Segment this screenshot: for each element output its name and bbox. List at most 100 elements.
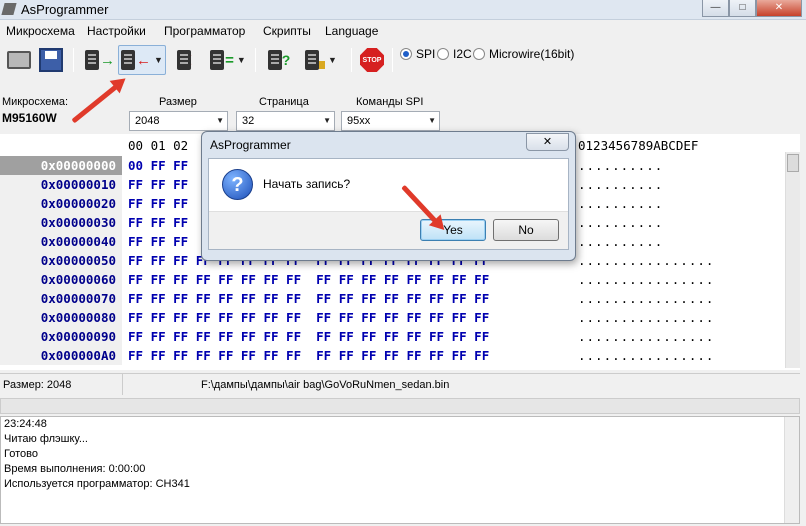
hex-ascii: .......... [578, 234, 664, 249]
hex-bytes[interactable]: FF FF FF [128, 232, 188, 251]
toolbar-separator [255, 48, 256, 72]
save-icon [39, 48, 63, 72]
toolbar-separator [73, 48, 74, 72]
size-label: Размер [159, 96, 197, 108]
hex-address: 0x00000070 [0, 289, 122, 308]
log-line: Время выполнения: 0:00:00 [4, 463, 146, 475]
blank-check-icon [267, 50, 282, 70]
hex-address: 0x00000080 [0, 308, 122, 327]
horizontal-scrollbar[interactable] [0, 398, 800, 414]
hex-address: 0x00000050 [0, 251, 122, 270]
stop-button[interactable]: STOP [358, 45, 386, 75]
hex-ascii: ................ [578, 310, 715, 325]
hex-offset-header: 00 01 02 [128, 138, 189, 153]
menu-programmer[interactable]: Программатор [164, 24, 245, 38]
question-icon: ? [222, 169, 253, 200]
hex-bytes[interactable]: FF FF FF FF FF FF FF FF FF FF FF FF FF F… [128, 270, 489, 289]
hex-address: 0x00000010 [0, 175, 122, 194]
log-line: Используется программатор: CH341 [4, 478, 190, 490]
write-chip-icon [121, 50, 136, 70]
lock-chip-icon [305, 50, 320, 70]
log-scrollbar[interactable] [784, 417, 799, 523]
hex-address: 0x00000040 [0, 232, 122, 251]
ascii-header: 0123456789ABCDEF [578, 138, 699, 153]
hex-bytes[interactable]: FF FF FF [128, 175, 188, 194]
app-icon [1, 3, 17, 15]
hex-address: 0x00000020 [0, 194, 122, 213]
hex-ascii: ................ [578, 348, 715, 363]
write-chip-button[interactable]: ← ▼ [118, 45, 166, 75]
hex-ascii: ................ [578, 272, 715, 287]
dialog-close-button[interactable]: ✕ [526, 133, 569, 151]
maximize-button[interactable]: □ [729, 0, 756, 17]
spi-commands-label: Команды SPI [356, 96, 424, 108]
scrollbar-thumb[interactable] [787, 154, 799, 172]
menu-settings[interactable]: Настройки [87, 24, 146, 38]
erase-chip-icon [176, 50, 191, 70]
open-file-button[interactable] [4, 45, 34, 75]
read-chip-icon [85, 50, 99, 70]
hex-ascii: ................ [578, 291, 715, 306]
dialog-body: ? Начать запись? Yes No [208, 158, 569, 250]
window-title: AsProgrammer [21, 2, 109, 17]
dialog-message: Начать запись? [263, 177, 351, 191]
hex-bytes[interactable]: FF FF FF [128, 194, 188, 213]
stop-icon: STOP [360, 48, 384, 72]
menu-scripts[interactable]: Скрипты [263, 24, 311, 38]
read-chip-button[interactable]: → [84, 45, 116, 75]
hex-bytes[interactable]: FF FF FF FF FF FF FF FF FF FF FF FF FF F… [128, 308, 489, 327]
verify-chip-icon [210, 50, 225, 70]
verify-chip-button[interactable]: = ▼ [205, 45, 251, 75]
title-bar: AsProgrammer — □ ✕ [0, 0, 806, 20]
size-select[interactable]: 2048 [129, 111, 228, 131]
confirm-dialog: AsProgrammer ✕ ? Начать запись? Yes No [201, 131, 576, 261]
radio-spi[interactable]: SPI [400, 47, 435, 61]
close-window-button[interactable]: ✕ [756, 0, 802, 17]
hex-ascii: ................ [578, 329, 715, 344]
hex-bytes[interactable]: FF FF FF FF FF FF FF FF FF FF FF FF FF F… [128, 289, 489, 308]
minimize-button[interactable]: — [702, 0, 729, 17]
menu-language[interactable]: Language [325, 24, 378, 38]
dialog-title: AsProgrammer [210, 138, 291, 152]
hex-bytes[interactable]: FF FF FF FF FF FF FF FF FF FF FF FF FF F… [128, 327, 489, 346]
radio-microwire[interactable]: Microwire(16bit) [473, 47, 574, 61]
save-button[interactable] [36, 45, 66, 75]
hex-bytes[interactable]: FF FF FF [128, 213, 188, 232]
log-line: 23:24:48 [4, 418, 47, 430]
status-size: Размер: 2048 [3, 379, 72, 391]
log-line: Готово [4, 448, 38, 460]
chip-label: Микросхема: [2, 96, 69, 108]
chevron-down-icon[interactable]: ▼ [237, 55, 246, 65]
hex-ascii: .......... [578, 177, 664, 192]
erase-chip-button[interactable]: ✕ [170, 45, 200, 75]
hex-ascii: .......... [578, 196, 664, 211]
hex-address: 0x00000030 [0, 213, 122, 232]
log-panel[interactable]: 23:24:48 Читаю флэшку... Готово Время вы… [0, 416, 800, 524]
hex-bytes[interactable]: 00 FF FF [128, 156, 188, 175]
lock-chip-button[interactable]: ▼ [298, 45, 344, 75]
hex-address: 0x00000060 [0, 270, 122, 289]
hex-address: 0x00000000 [0, 156, 122, 175]
chevron-down-icon[interactable]: ▼ [328, 55, 337, 65]
hex-ascii: .......... [578, 158, 664, 173]
spi-commands-select[interactable]: 95xx [341, 111, 440, 131]
hex-vertical-scrollbar[interactable] [785, 152, 800, 368]
yes-button[interactable]: Yes [420, 219, 486, 241]
page-label: Страница [259, 96, 309, 108]
radio-i2c[interactable]: I2C [437, 47, 472, 61]
chevron-down-icon[interactable]: ▼ [154, 55, 163, 65]
hex-address: 0x00000090 [0, 327, 122, 346]
log-line: Читаю флэшку... [4, 433, 88, 445]
page-select[interactable]: 32 [236, 111, 335, 131]
hex-bytes[interactable]: FF FF FF FF FF FF FF FF FF FF FF FF FF F… [128, 346, 489, 365]
blank-check-button[interactable]: ? [263, 45, 295, 75]
toolbar-separator [392, 48, 393, 72]
no-button[interactable]: No [493, 219, 559, 241]
menu-chip[interactable]: Микросхема [6, 24, 75, 38]
hex-address: 0x000000A0 [0, 346, 122, 365]
open-file-icon [7, 51, 31, 69]
menu-bar: Микросхема Настройки Программатор Скрипт… [0, 21, 806, 41]
toolbar-separator [351, 48, 352, 72]
hex-ascii: .......... [578, 215, 664, 230]
chip-name: M95160W [2, 111, 57, 125]
